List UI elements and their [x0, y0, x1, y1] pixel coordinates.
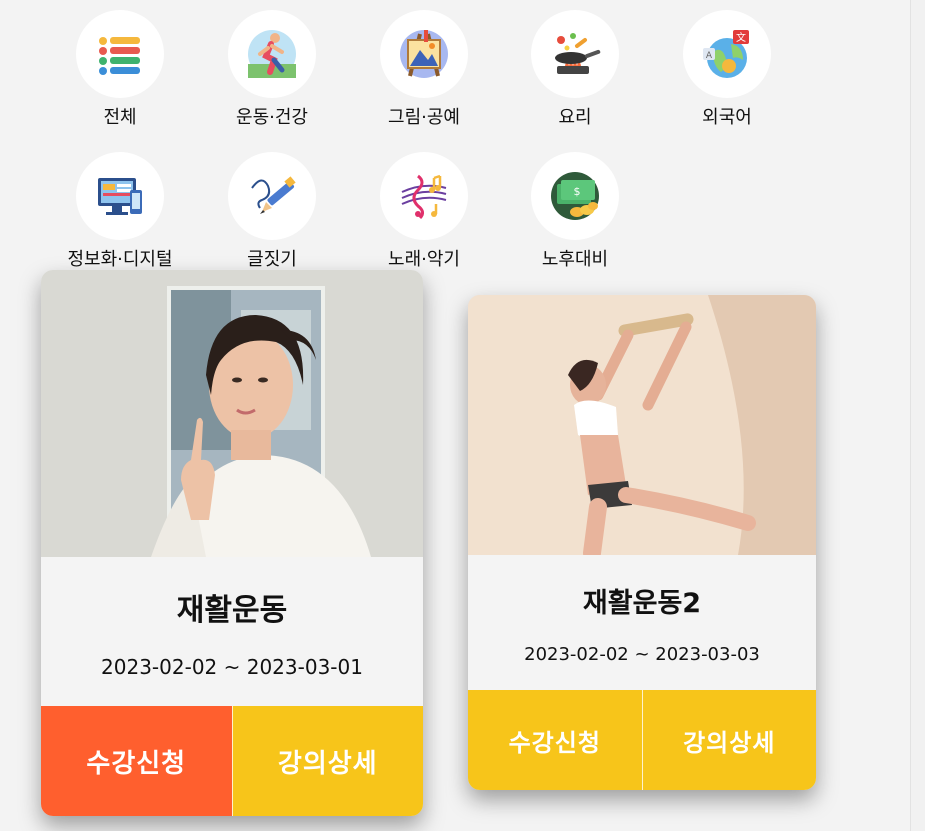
category-cooking[interactable]: 요리: [500, 10, 650, 129]
svg-text:$: $: [574, 185, 581, 198]
course-photo-woman-stretching: [468, 295, 816, 555]
category-language-circle: 文 A: [683, 10, 771, 98]
category-label: 요리: [558, 107, 592, 128]
course-date-range: 2023-02-02 ~ 2023-03-01: [101, 654, 363, 679]
category-digital-circle: [76, 152, 164, 240]
category-label: 외국어: [702, 107, 752, 128]
course-actions: 수강신청 강의상세: [41, 706, 423, 816]
course-card[interactable]: 재활운동 2023-02-02 ~ 2023-03-01 수강신청 강의상세: [41, 270, 423, 816]
category-all[interactable]: 전체: [45, 10, 195, 129]
frying-pan-icon: [555, 33, 601, 74]
course-info: 재활운동2 2023-02-02 ~ 2023-03-03: [468, 555, 816, 690]
course-title: 재활운동: [176, 592, 288, 628]
category-label: 전체: [103, 107, 137, 128]
category-label: 노후대비: [541, 249, 609, 270]
svg-text:A: A: [706, 51, 713, 61]
category-foreign-language[interactable]: 文 A 외국어: [652, 10, 802, 129]
course-detail-button[interactable]: 강의상세: [231, 706, 423, 816]
category-music[interactable]: 노래·악기: [349, 152, 499, 271]
category-drawing-circle: [380, 10, 468, 98]
category-retirement[interactable]: $ 노후대비: [500, 152, 650, 271]
globe-translate-icon: 文 A: [703, 30, 749, 78]
category-all-circle: [76, 10, 164, 98]
category-writing[interactable]: 글짓기: [197, 152, 347, 271]
category-exercise-circle: [228, 10, 316, 98]
money-icon: $: [551, 172, 599, 220]
page-scrollbar[interactable]: [910, 0, 925, 831]
category-retirement-circle: $: [531, 152, 619, 240]
course-title: 재활운동2: [582, 587, 702, 619]
category-label: 그림·공예: [388, 107, 460, 128]
category-exercise-health[interactable]: 운동·건강: [197, 10, 347, 129]
category-label: 운동·건강: [236, 107, 308, 128]
apply-button[interactable]: 수강신청: [41, 706, 232, 816]
apply-button[interactable]: 수강신청: [468, 690, 642, 790]
computer-icon: [98, 178, 142, 215]
course-actions: 수강신청 강의상세: [468, 690, 816, 790]
runner-icon: [248, 30, 296, 78]
music-note-icon: [401, 174, 447, 220]
category-cooking-circle: [531, 10, 619, 98]
course-photo: [468, 295, 816, 555]
category-music-circle: [380, 152, 468, 240]
category-drawing-craft[interactable]: 그림·공예: [349, 10, 499, 129]
category-label: 글짓기: [247, 249, 297, 270]
category-writing-circle: [228, 152, 316, 240]
course-photo: [41, 270, 423, 557]
course-detail-button[interactable]: 강의상세: [641, 690, 816, 790]
course-card[interactable]: 재활운동2 2023-02-02 ~ 2023-03-03 수강신청 강의상세: [468, 295, 816, 790]
pen-icon: [251, 176, 296, 214]
svg-text:文: 文: [736, 31, 746, 44]
course-date-range: 2023-02-02 ~ 2023-03-03: [524, 643, 760, 665]
easel-icon: [400, 30, 448, 78]
category-label: 노래·악기: [388, 249, 460, 270]
course-info: 재활운동 2023-02-02 ~ 2023-03-01: [41, 557, 423, 706]
category-digital[interactable]: 정보화·디지털: [45, 152, 195, 271]
course-photo-woman-thinking: [41, 270, 423, 557]
list-icon: [99, 37, 140, 75]
category-label: 정보화·디지털: [67, 249, 173, 270]
